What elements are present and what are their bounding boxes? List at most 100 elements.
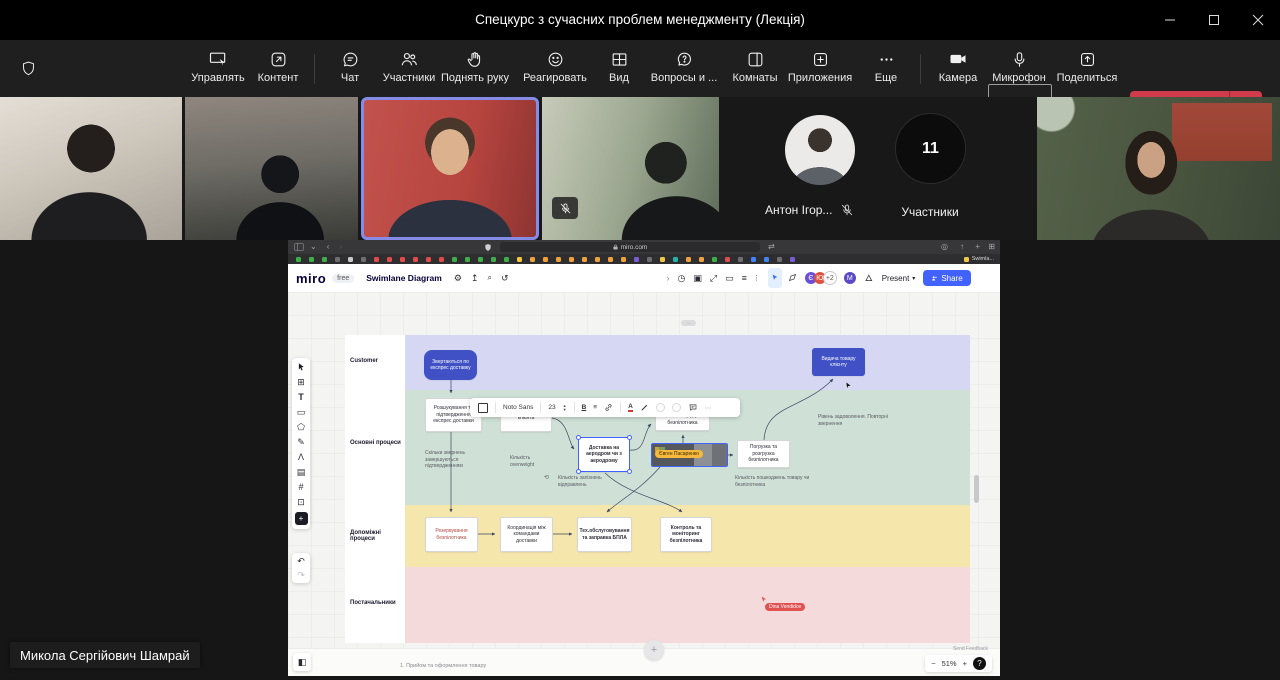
bookmark-icon[interactable] [621,257,626,262]
address-bar[interactable]: miro.com [500,242,760,252]
bookmark-icon[interactable] [322,257,327,262]
bold-icon[interactable]: B [582,404,587,411]
follow-pen-icon[interactable] [788,269,797,287]
chevron-down-icon[interactable]: ⌄ [310,242,317,252]
collaborator-overflow[interactable]: +2 [823,271,837,285]
flow-node[interactable]: Координація між командами доставки [500,517,553,552]
bookmark-icon[interactable] [964,257,969,262]
text-color-icon[interactable]: A [628,403,633,412]
bookmark-icon[interactable] [647,257,652,262]
miro-share-button[interactable]: Share [923,270,970,286]
frame-title[interactable]: 1. Прийом та оформлення товару [400,663,486,669]
sidebar-icon[interactable] [294,243,304,251]
frame-collapse-pill[interactable]: ⋯ [681,320,696,326]
avatar[interactable] [785,115,855,185]
bookmark-icon[interactable] [361,257,366,262]
zoom-level[interactable]: 51% [942,659,957,668]
plan-badge[interactable]: free [332,274,354,283]
toolbar-button-content[interactable]: Контент [252,48,304,84]
help-button[interactable]: ? [973,657,986,670]
text-tool-icon[interactable]: T [298,392,304,402]
frame-tool-icon[interactable]: # [298,482,303,492]
toolbar-button-more[interactable]: Еще [866,48,906,84]
toolbar-button-microphone[interactable]: Микрофон [990,48,1048,84]
toolbar-button-rooms[interactable]: Комнаты [728,48,782,84]
bookmark-icon[interactable] [413,257,418,262]
minimize-button[interactable] [1148,0,1192,40]
send-feedback-link[interactable]: Send Feedback [953,646,988,652]
flow-node[interactable]: Контроль та моніторинг безпілотника [660,517,712,552]
link-icon[interactable] [604,403,613,412]
color-swatch-icon[interactable] [656,403,665,412]
bookmark-icon[interactable] [517,257,522,262]
align-icon[interactable]: ≡ [593,404,597,411]
toolbar-button-view[interactable]: Вид [601,48,637,84]
add-frame-button[interactable]: + [644,640,664,660]
font-family-select[interactable]: Noto Sans [503,404,533,411]
shape-style-icon[interactable] [478,403,488,413]
timer-icon[interactable]: ◷ [677,273,685,284]
rotate-handle-icon[interactable]: ⟲ [544,474,549,481]
bookmark-icon[interactable] [608,257,613,262]
flow-node[interactable]: Резервування безпілотника [425,517,478,552]
present-button[interactable]: Present ▾ [882,274,916,283]
bookmark-icon[interactable] [686,257,691,262]
kebab-icon[interactable]: ⋮ [753,274,760,282]
toolbar-button-questions[interactable]: Вопросы и ... [651,48,717,84]
bookmark-label[interactable]: Swimla... [972,256,994,262]
back-icon[interactable]: ‹ [327,242,330,252]
card-icon[interactable]: ▭ [725,273,734,284]
bookmark-icon[interactable] [751,257,756,262]
comment-tool-icon[interactable]: ▤ [297,467,306,477]
toolbar-button-camera[interactable]: Камера [932,48,984,84]
bookmark-icon[interactable] [660,257,665,262]
zoom-in-button[interactable]: + [963,659,967,668]
bookmark-icon[interactable] [387,257,392,262]
participants-count-circle[interactable]: 11 [895,113,966,184]
bell-icon[interactable]: 🜂 [865,269,873,287]
select-tool-icon[interactable] [297,362,306,372]
bookmark-icon[interactable] [712,257,717,262]
bookmark-icon[interactable] [465,257,470,262]
bookmark-icon[interactable] [738,257,743,262]
list-icon[interactable]: ≡ [742,273,747,283]
fullscreen-icon[interactable]: ⤢ [710,273,717,284]
bookmark-icon[interactable] [764,257,769,262]
bookmark-icon[interactable] [777,257,782,262]
metric-annotation[interactable]: Кількість overweight [510,455,554,468]
selection-handle[interactable] [627,469,632,474]
miro-board-canvas[interactable]: Customer Основні процеси Допоміжні проце… [288,292,1000,648]
bookmark-icon[interactable] [439,257,444,262]
bookmark-icon[interactable] [491,257,496,262]
bookmark-icon[interactable] [296,257,301,262]
bookmark-icon[interactable] [452,257,457,262]
toolbar-button-chat[interactable]: Чат [330,48,370,84]
video-tile-participant-5[interactable] [1037,97,1280,240]
comment-icon[interactable] [688,403,698,412]
pen-tool-icon[interactable]: ✎ [297,437,305,447]
scrollbar-thumb[interactable] [974,475,979,503]
video-tile-active-speaker[interactable] [361,97,539,240]
highlighter-icon[interactable] [640,403,649,412]
upload-tool-icon[interactable]: ⊡ [297,497,305,507]
new-tab-icon[interactable]: + [975,242,980,252]
templates-tool-icon[interactable]: ⊞ [297,377,305,387]
collapse-chevron-icon[interactable]: › [666,273,669,283]
reader-icon[interactable]: ◎ [941,242,948,252]
selection-handle[interactable] [576,435,581,440]
bookmark-icon[interactable] [374,257,379,262]
bookmark-icon[interactable] [543,257,548,262]
bookmark-icon[interactable] [504,257,509,262]
bookmark-icon[interactable] [699,257,704,262]
flow-node[interactable]: Погрузка та розгрузка безпілотника [737,440,790,468]
selection-handle[interactable] [627,435,632,440]
video-tile-participant-1[interactable] [0,97,182,240]
bookmark-icon[interactable] [478,257,483,262]
selected-flow-node[interactable]: Доставка на аеродром чи з аеродрому [578,437,630,472]
tab-overview-icon[interactable]: ⊞ [988,242,995,252]
forward-icon[interactable]: › [339,242,342,252]
maximize-button[interactable] [1192,0,1236,40]
translate-icon[interactable]: ⇄ [768,242,775,252]
zoom-out-button[interactable]: − [931,659,935,668]
bookmark-icon[interactable] [725,257,730,262]
